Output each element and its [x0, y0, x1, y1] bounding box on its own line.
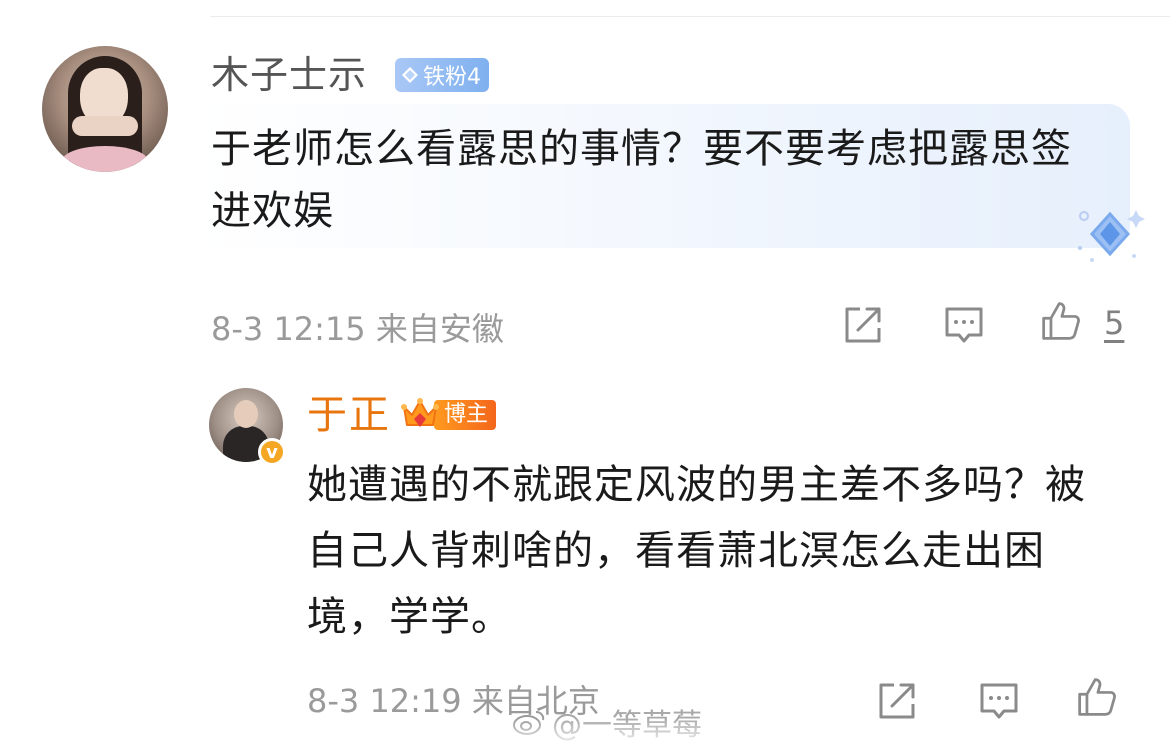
comment-time: 8-3 12:19: [307, 682, 462, 720]
avatar-head: [234, 400, 258, 428]
thumbs-up-icon[interactable]: [1040, 300, 1082, 342]
top-divider: [210, 16, 1170, 17]
share-icon[interactable]: [876, 680, 918, 722]
blogger-badge[interactable]: 博主: [400, 398, 497, 432]
comment-time: 8-3 12:15: [211, 310, 366, 348]
weibo-logo-icon: [513, 711, 545, 735]
watermark: @一等草莓: [512, 700, 702, 744]
comment-icon[interactable]: [978, 680, 1020, 722]
watermark-text: @一等草莓: [552, 708, 702, 743]
diamond-icon: [402, 67, 418, 83]
comment-icon[interactable]: [943, 304, 985, 346]
reply-text: 她遭遇的不就跟定风波的男主差不多吗？被自己人背刺啥的，看看萧北溟怎么走出困境，学…: [307, 462, 1086, 640]
comment-location: 来自安徽: [375, 310, 504, 348]
like-count[interactable]: 5: [1104, 304, 1124, 342]
thumbs-up-icon[interactable]: [1076, 676, 1118, 718]
avatar[interactable]: [42, 46, 168, 172]
avatar-hands: [72, 116, 138, 136]
fan-badge-label: 铁粉4: [423, 65, 481, 90]
verified-icon: v: [258, 438, 286, 466]
blogger-badge-label: 博主: [434, 400, 497, 430]
fan-level-badge[interactable]: 铁粉4: [395, 58, 489, 92]
crown-icon: [401, 398, 439, 427]
avatar-flowers: [62, 146, 148, 172]
username[interactable]: 木子士示: [211, 52, 367, 98]
comment-meta: 8-3 12:15 来自安徽: [211, 304, 504, 350]
share-icon[interactable]: [842, 304, 884, 346]
username[interactable]: 于正: [307, 392, 391, 438]
comment-text: 于老师怎么看露思的事情？要不要考虑把露思签进欢娱: [211, 126, 1072, 234]
